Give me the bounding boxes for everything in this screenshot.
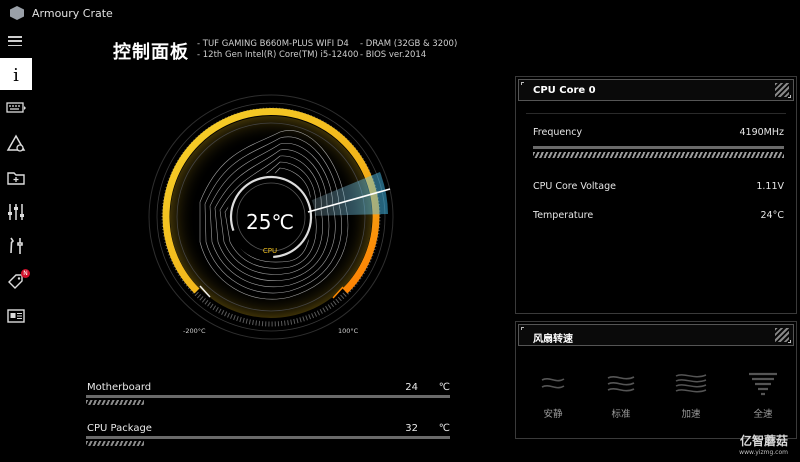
fan-speed-panel-header[interactable]: 风扇转速 [518, 324, 794, 346]
svg-text:i: i [13, 65, 19, 84]
row-value: 24°C [760, 210, 784, 221]
divider [526, 113, 786, 114]
frequency-row: Frequency 4190MHz [533, 127, 784, 138]
gauge-cpu-label: CPU [262, 247, 278, 255]
row-label: CPU Core Voltage [533, 181, 616, 192]
info-icon: i [13, 65, 19, 84]
title-bar: Armoury Crate [0, 0, 800, 26]
triangle-icon [6, 134, 26, 152]
spec-cpu: - 12th Gen Intel(R) Core(TM) i5-12400 [197, 50, 359, 60]
temp-name: Motherboard [87, 382, 152, 393]
fan-mode-turbo[interactable]: 加速 [666, 370, 716, 420]
sidebar-item-tools[interactable] [0, 230, 32, 262]
temp-track [86, 436, 450, 439]
temp-hatch [86, 441, 144, 446]
temp-unit: ℃ [438, 423, 450, 434]
hamburger-menu-icon[interactable] [8, 36, 22, 47]
wind-standard-icon [607, 376, 635, 392]
page-title: 控制面板 [113, 42, 189, 63]
sidebar-item-info[interactable]: i [0, 58, 32, 90]
cpu-core-panel: CPU Core 0 Frequency 4190MHz CPU Core Vo… [515, 76, 797, 314]
cpu-temperature-value: 25℃ [246, 210, 294, 234]
frequency-hatch [533, 152, 784, 158]
motherboard-temp-row: Motherboard 24 ℃ [86, 382, 450, 412]
gauge-min-label: -200°C [183, 327, 206, 335]
cpu-core-title: CPU Core 0 [533, 85, 596, 96]
fan-speed-panel: 风扇转速 安静 标准 加速 全速 [515, 321, 797, 439]
cpu-core-panel-header[interactable]: CPU Core 0 [518, 79, 794, 101]
sliders-icon [8, 204, 24, 220]
temp-hatch [86, 400, 144, 405]
wind-turbo-icon [675, 374, 707, 393]
row-value: 4190MHz [739, 127, 784, 138]
watermark-brand: 亿智蘑菇 [739, 434, 788, 448]
app-title: Armoury Crate [32, 6, 113, 20]
fan-mode-label: 安静 [543, 409, 563, 420]
row-label: Temperature [533, 210, 594, 221]
fan-mode-label: 全速 [753, 409, 773, 420]
temp-value: 24 [405, 382, 418, 393]
watermark-url: www.yizmg.com [739, 449, 788, 456]
stripes-decoration-icon [775, 83, 789, 97]
sidebar-item-gamevisual[interactable] [0, 162, 32, 194]
folder-plus-icon [7, 172, 25, 185]
temp-value: 32 [405, 423, 418, 434]
news-icon [7, 309, 25, 323]
wind-silent-icon [541, 378, 565, 389]
row-value: 1.11V [756, 181, 784, 192]
fan-mode-label: 加速 [681, 409, 701, 420]
full-speed-icon [749, 372, 777, 396]
temp-name: CPU Package [87, 423, 152, 434]
app-logo-icon [10, 6, 24, 20]
watermark: 亿智蘑菇 www.yizmg.com [739, 432, 788, 456]
tools-icon [10, 237, 23, 254]
sidebar-item-aura[interactable] [0, 128, 32, 160]
sidebar-item-deals[interactable]: N [0, 266, 32, 298]
cpu-package-temp-row: CPU Package 32 ℃ [86, 423, 450, 453]
sidebar-item-news[interactable] [0, 300, 32, 332]
sidebar-item-sliders[interactable] [0, 196, 32, 228]
voltage-row: CPU Core Voltage 1.11V [533, 181, 784, 192]
stripes-decoration-icon [775, 328, 789, 342]
sidebar: i N [0, 26, 34, 462]
keyboard-icon [6, 102, 26, 113]
sidebar-item-devices[interactable] [0, 92, 32, 124]
fan-mode-label: 标准 [611, 409, 631, 420]
fan-speed-title: 风扇转速 [533, 334, 573, 345]
temp-unit: ℃ [438, 382, 450, 393]
temp-track [86, 395, 450, 398]
fan-mode-full[interactable]: 全速 [738, 370, 788, 420]
frequency-track [533, 146, 784, 149]
row-label: Frequency [533, 127, 583, 138]
gauge-max-label: 100°C [338, 327, 359, 335]
temperature-row: Temperature 24°C [533, 210, 784, 221]
spec-bios: - BIOS ver.2014 [360, 50, 427, 60]
new-badge: N [21, 269, 30, 278]
fan-mode-standard[interactable]: 标准 [596, 370, 646, 420]
fan-mode-silent[interactable]: 安静 [528, 370, 578, 420]
